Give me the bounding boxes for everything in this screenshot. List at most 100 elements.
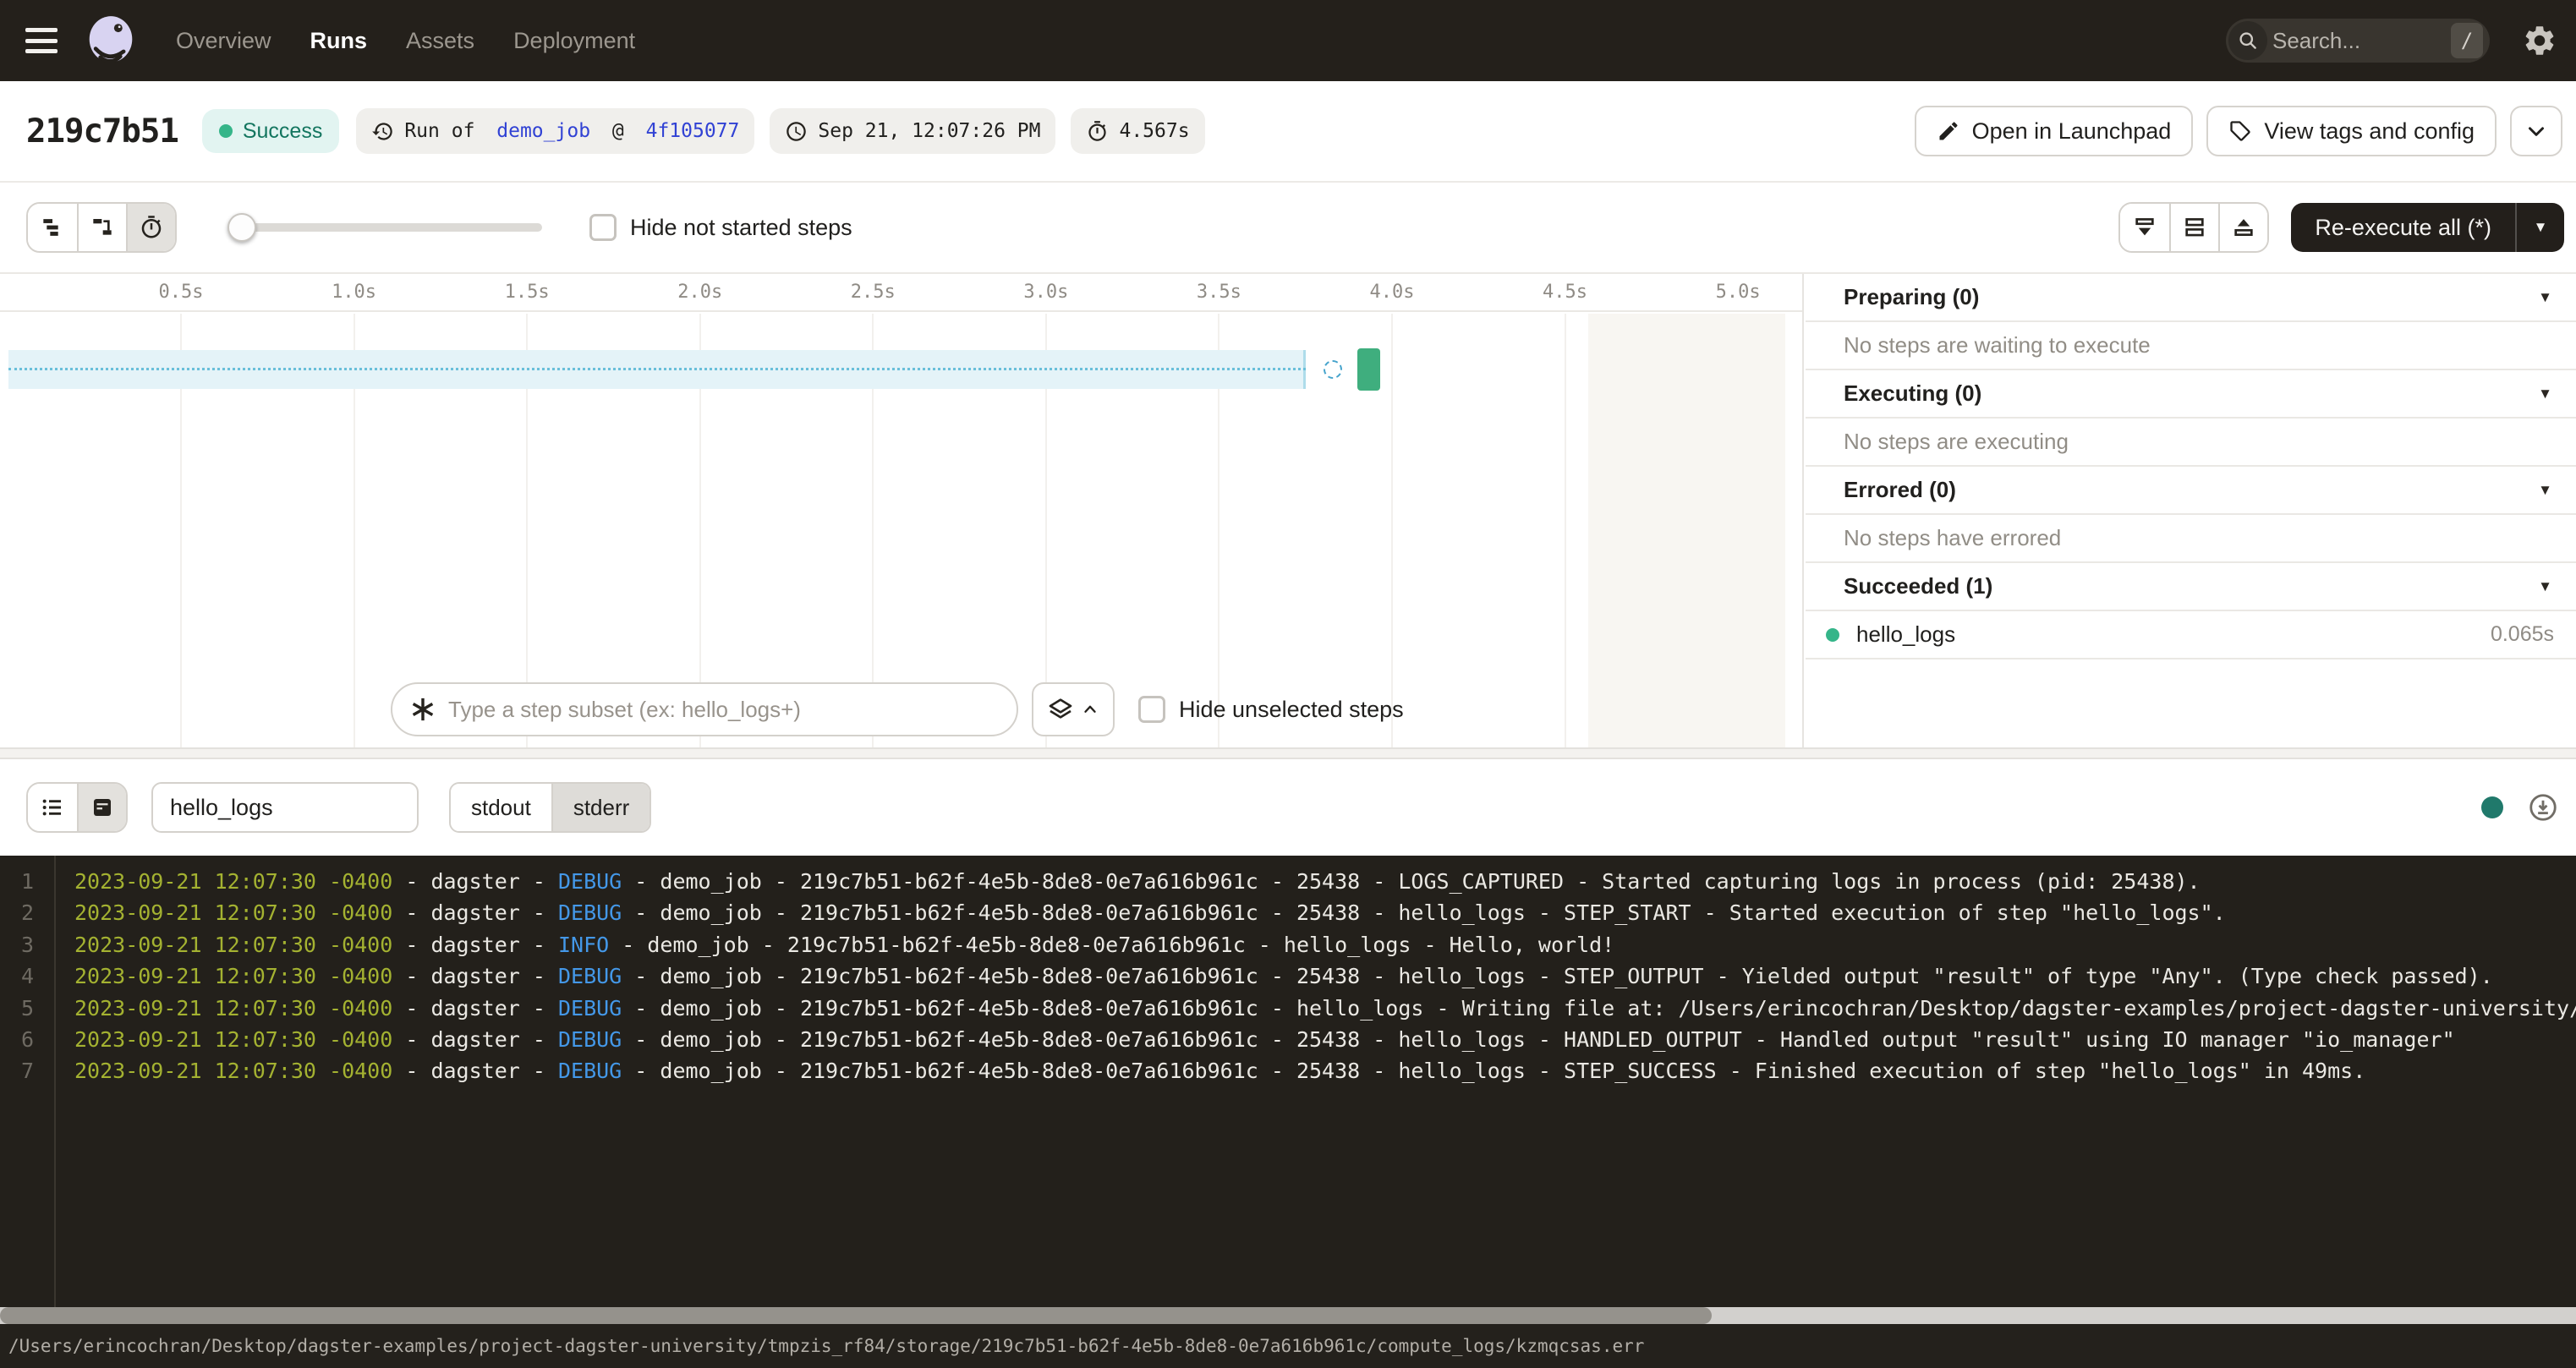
- clock-icon: [785, 120, 808, 143]
- global-search[interactable]: /: [2226, 19, 2490, 63]
- panel-step-row[interactable]: hello_logs0.065s: [1806, 611, 2576, 659]
- tab-stderr[interactable]: stderr: [551, 784, 649, 831]
- log-line-number: 1: [0, 866, 34, 897]
- log-file-path: /Users/erincochran/Desktop/dagster-examp…: [8, 1336, 1644, 1356]
- view-mode-flat-button[interactable]: [28, 204, 77, 251]
- gantt-zoom-slider[interactable]: [231, 223, 542, 232]
- log-line-text: 2023-09-21 12:07:30 -0400 - dagster - IN…: [74, 929, 1614, 960]
- gantt-view-mode-group: [26, 202, 177, 253]
- log-line: 72023-09-21 12:07:30 -0400 - dagster - D…: [0, 1055, 2576, 1086]
- caret-down-icon[interactable]: ▼: [2538, 578, 2552, 595]
- history-icon: [371, 120, 394, 143]
- log-timestamp: 2023-09-21 12:07:30 -0400: [74, 900, 392, 925]
- panel-empty-row: No steps are executing: [1806, 419, 2576, 467]
- status-label: Success: [243, 119, 322, 144]
- caret-down-icon[interactable]: ▼: [2538, 289, 2552, 306]
- panel-section-header[interactable]: Preparing (0) ▼: [1806, 274, 2576, 322]
- log-line: 22023-09-21 12:07:30 -0400 - dagster - D…: [0, 897, 2576, 928]
- panel-section-header[interactable]: Executing (0)▼: [1806, 370, 2576, 419]
- open-in-launchpad-button[interactable]: Open in Launchpad: [1915, 106, 2194, 156]
- download-icon[interactable]: [2527, 791, 2559, 824]
- run-gantt-section: 0.5s1.0s1.5s2.0s2.5s3.0s3.5s4.0s4.5s5.0s: [0, 274, 2576, 747]
- log-toolbar: stdoutstderr: [0, 759, 2576, 856]
- status-dot-icon: [219, 124, 233, 138]
- collapse-down-icon: [2131, 214, 2158, 241]
- search-input[interactable]: [2272, 28, 2451, 54]
- hide-not-started-label: Hide not started steps: [630, 215, 852, 241]
- eject-rows-button[interactable]: [2218, 204, 2267, 251]
- raw-log-view-button[interactable]: [77, 784, 126, 831]
- run-of-prefix: Run of: [404, 120, 486, 142]
- caret-down-icon[interactable]: ▼: [2538, 482, 2552, 499]
- duration-tag: 4.567s: [1071, 108, 1204, 154]
- run-actions-menu-button[interactable]: [2510, 106, 2562, 156]
- panel-empty-row: No steps are waiting to execute: [1806, 322, 2576, 370]
- reexecute-all-split-button: Re-execute all (*) ▼: [2291, 203, 2564, 252]
- expand-rows-button[interactable]: [2169, 204, 2218, 251]
- log-level: DEBUG: [558, 900, 622, 925]
- view-mode-waterfall-button[interactable]: [77, 204, 126, 251]
- horizontal-scrollbar-thumb[interactable]: [0, 1307, 1712, 1324]
- nav-item-overview[interactable]: Overview: [176, 28, 271, 54]
- slider-knob[interactable]: [227, 213, 256, 242]
- reexecute-all-button[interactable]: Re-execute all (*): [2291, 203, 2515, 252]
- nav-item-deployment[interactable]: Deployment: [513, 28, 635, 54]
- view-mode-timed-button[interactable]: [126, 204, 175, 251]
- reexecute-menu-caret[interactable]: ▼: [2517, 203, 2564, 252]
- axis-tick-label: 2.0s: [677, 282, 722, 303]
- log-line-number: 2: [0, 897, 34, 928]
- commit-link[interactable]: 4f105077: [646, 120, 740, 142]
- view-tags-config-button[interactable]: View tags and config: [2206, 106, 2497, 156]
- caret-down-icon[interactable]: ▼: [2538, 386, 2552, 402]
- run-timestamp: Sep 21, 12:07:26 PM: [818, 120, 1040, 142]
- panel-empty-text: No steps have errored: [1844, 525, 2061, 551]
- step-subset-input[interactable]: [448, 697, 1000, 723]
- nav-item-assets[interactable]: Assets: [406, 28, 474, 54]
- nav-item-runs[interactable]: Runs: [310, 28, 368, 54]
- waterfall-view-icon: [89, 214, 116, 241]
- collapse-rows-button[interactable]: [2120, 204, 2169, 251]
- job-name-link[interactable]: demo_job: [496, 120, 590, 142]
- pane-splitter-handle[interactable]: [0, 747, 2576, 759]
- hide-not-started-checkbox[interactable]: [589, 214, 617, 241]
- log-stream-tabs: stdoutstderr: [449, 782, 651, 833]
- pencil-icon: [1937, 119, 1960, 143]
- at-separator: @: [600, 120, 636, 142]
- console-icon: [90, 795, 115, 820]
- panel-section-title: Preparing (0): [1844, 284, 1979, 310]
- axis-tick-label: 3.5s: [1197, 282, 1241, 303]
- hamburger-menu-icon[interactable]: [25, 28, 58, 53]
- panel-section-header[interactable]: Succeeded (1)▼: [1806, 563, 2576, 611]
- log-line-text: 2023-09-21 12:07:30 -0400 - dagster - DE…: [74, 1055, 2365, 1086]
- log-line-number: 3: [0, 929, 34, 960]
- stopwatch-icon: [1086, 120, 1109, 143]
- dagster-run-page: OverviewRunsAssetsDeployment / 219c7b51 …: [0, 0, 2576, 1368]
- list-icon: [39, 794, 66, 821]
- horizontal-scrollbar-track[interactable]: [0, 1307, 2576, 1324]
- log-line-text: 2023-09-21 12:07:30 -0400 - dagster - DE…: [74, 866, 2201, 897]
- log-lines: 1 2023-09-21 12:07:30 -0400 - dagster - D…: [0, 866, 2576, 1087]
- axis-tick-label: 2.5s: [851, 282, 896, 303]
- log-line: 42023-09-21 12:07:30 -0400 - dagster - D…: [0, 960, 2576, 992]
- main-nav: Overview Runs Assets Deployment: [176, 28, 635, 54]
- log-timestamp: 2023-09-21 12:07:30 -0400: [74, 869, 392, 894]
- tab-stdout[interactable]: stdout: [451, 784, 551, 831]
- log-level: INFO: [558, 933, 609, 957]
- graph-query-toggle-button[interactable]: [1032, 682, 1115, 736]
- step-bar-hello-logs[interactable]: [1357, 348, 1380, 391]
- log-timestamp: 2023-09-21 12:07:30 -0400: [74, 1059, 392, 1083]
- panel-section-header[interactable]: Errored (0)▼: [1806, 467, 2576, 515]
- hide-unselected-checkbox[interactable]: [1138, 696, 1165, 723]
- log-step-filter-input[interactable]: [151, 782, 419, 833]
- structured-log-view-button[interactable]: [28, 784, 77, 831]
- search-shortcut-badge: /: [2451, 23, 2483, 58]
- log-level: DEBUG: [558, 996, 622, 1021]
- gear-icon[interactable]: [2522, 23, 2557, 58]
- log-line-number: 4: [0, 960, 34, 992]
- timestamp-tag: Sep 21, 12:07:26 PM: [770, 108, 1055, 154]
- time-axis: 0.5s1.0s1.5s2.0s2.5s3.0s3.5s4.0s4.5s5.0s: [0, 274, 1802, 312]
- hide-unselected-label: Hide unselected steps: [1179, 697, 1404, 723]
- dagster-logo[interactable]: [83, 13, 139, 68]
- log-line: 62023-09-21 12:07:30 -0400 - dagster - D…: [0, 1024, 2576, 1055]
- axis-tick-label: 5.0s: [1716, 282, 1761, 303]
